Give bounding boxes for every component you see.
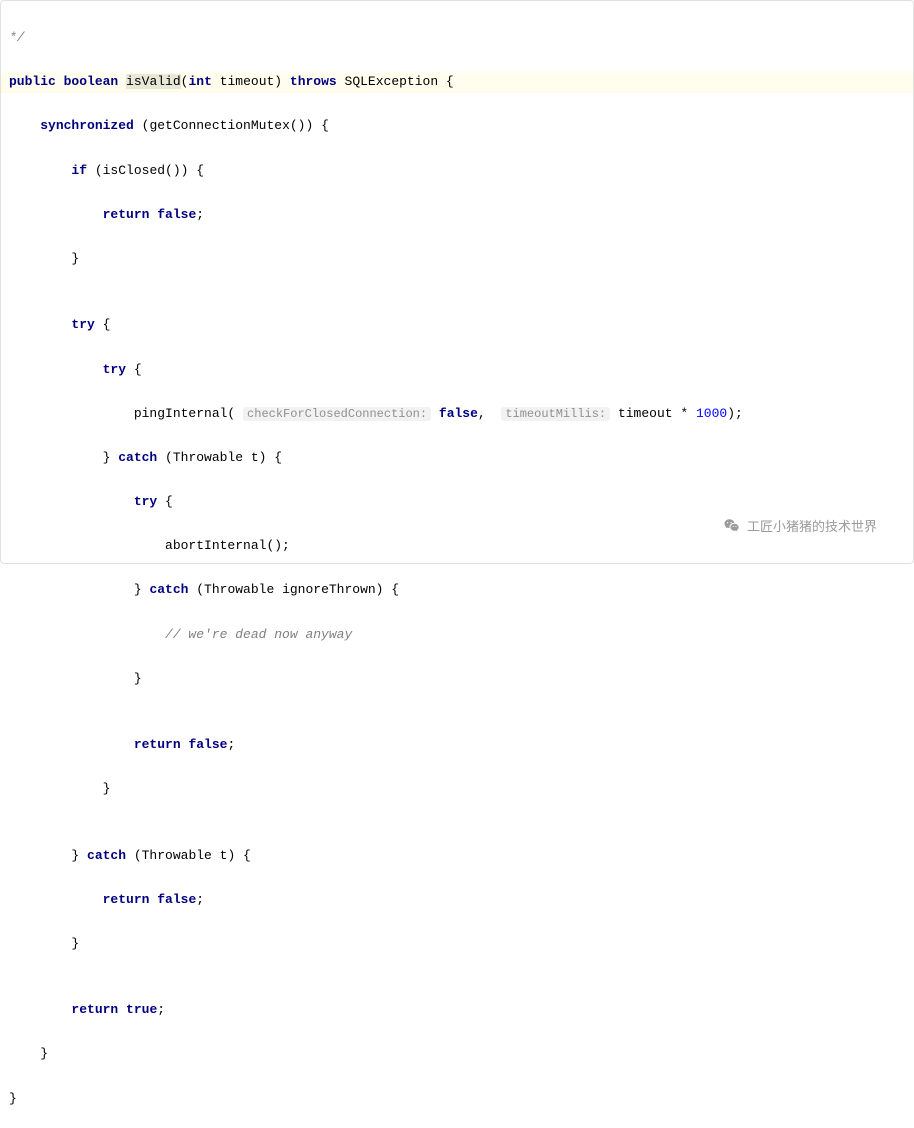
code-line[interactable]: try { xyxy=(9,314,913,336)
keyword-return: return xyxy=(134,737,181,752)
code-line[interactable]: } xyxy=(9,1043,913,1065)
keyword-false: false xyxy=(157,892,196,907)
keyword-catch: catch xyxy=(149,582,188,597)
inline-hint-timeoutmillis: timeoutMillis: xyxy=(501,407,610,421)
keyword-return: return xyxy=(103,207,150,222)
watermark: 工匠小猪猪的技术世界 xyxy=(723,516,877,535)
inline-hint-checkforclosed: checkForClosedConnection: xyxy=(243,407,431,421)
keyword-if: if xyxy=(71,163,87,178)
number-literal: 1000 xyxy=(696,406,727,421)
watermark-text: 工匠小猪猪的技术世界 xyxy=(747,516,877,535)
code-line[interactable]: pingInternal( checkForClosedConnection: … xyxy=(9,403,913,425)
throws-type: SQLException { xyxy=(337,74,454,89)
code-line[interactable]: } xyxy=(9,248,913,270)
code-line[interactable]: synchronized (getConnectionMutex()) { xyxy=(9,115,913,137)
wechat-icon xyxy=(723,517,741,535)
keyword-public: public xyxy=(9,74,56,89)
code-line[interactable]: } catch (Throwable ignoreThrown) { xyxy=(9,579,913,601)
paren-close: ) xyxy=(274,74,290,89)
code-line[interactable]: } xyxy=(9,933,913,955)
keyword-try: try xyxy=(134,494,157,509)
keyword-false: false xyxy=(188,737,227,752)
code-line[interactable]: } catch (Throwable t) { xyxy=(9,845,913,867)
code-line[interactable]: return false; xyxy=(9,734,913,756)
code-line[interactable]: } xyxy=(9,668,913,690)
keyword-catch: catch xyxy=(87,848,126,863)
comment: // we're dead now anyway xyxy=(165,627,352,642)
code-editor[interactable]: */ public boolean isValid(int timeout) t… xyxy=(1,1,913,1128)
code-line[interactable]: } catch (Throwable t) { xyxy=(9,447,913,469)
method-signature-line[interactable]: public boolean isValid(int timeout) thro… xyxy=(1,71,913,93)
keyword-throws: throws xyxy=(290,74,337,89)
keyword-return: return xyxy=(71,1002,118,1017)
code-line[interactable]: return false; xyxy=(9,204,913,226)
keyword-false: false xyxy=(439,406,478,421)
keyword-false: false xyxy=(157,207,196,222)
code-line[interactable]: if (isClosed()) { xyxy=(9,160,913,182)
keyword-return: return xyxy=(103,892,150,907)
param-timeout: timeout xyxy=(220,74,275,89)
code-line[interactable]: } xyxy=(9,778,913,800)
code-line[interactable]: try { xyxy=(9,359,913,381)
code-line[interactable]: // we're dead now anyway xyxy=(9,624,913,646)
keyword-int: int xyxy=(188,74,211,89)
code-line[interactable]: abortInternal(); xyxy=(9,535,913,557)
keyword-try: try xyxy=(103,362,126,377)
code-line[interactable]: try { xyxy=(9,491,913,513)
keyword-true: true xyxy=(126,1002,157,1017)
code-line[interactable]: return false; xyxy=(9,889,913,911)
code-line[interactable]: } xyxy=(9,1088,913,1110)
keyword-boolean: boolean xyxy=(64,74,119,89)
method-name: isValid xyxy=(126,74,181,89)
code-line[interactable]: return true; xyxy=(9,999,913,1021)
keyword-synchronized: synchronized xyxy=(40,118,134,133)
keyword-try: try xyxy=(71,317,94,332)
javadoc-end: */ xyxy=(9,30,25,45)
keyword-catch: catch xyxy=(118,450,157,465)
